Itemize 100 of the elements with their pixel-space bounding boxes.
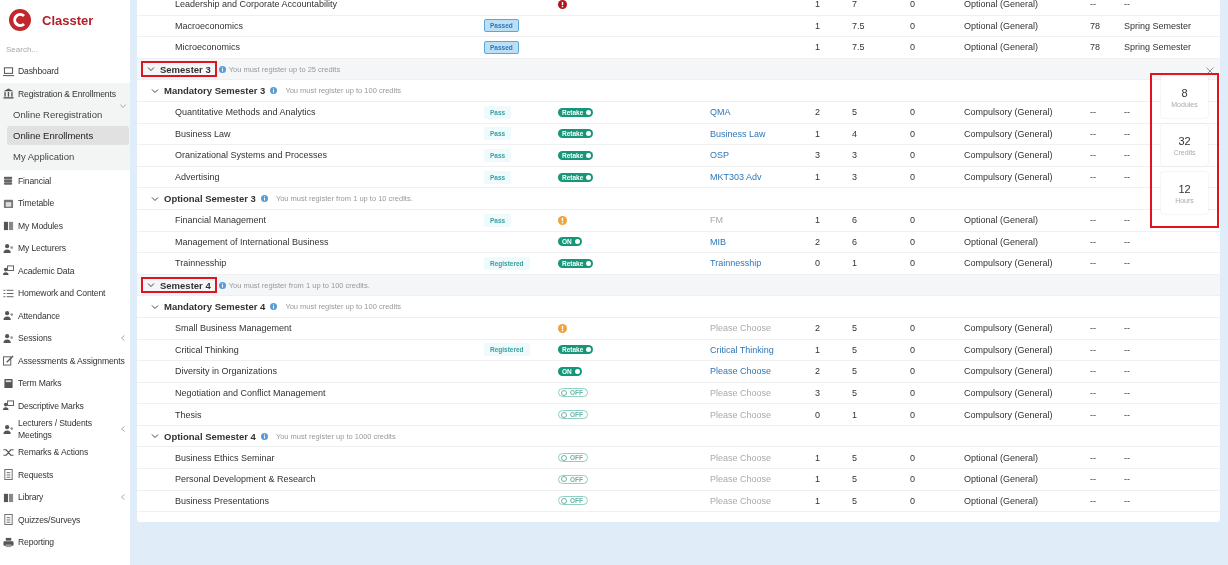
chevron-icon[interactable] [151, 432, 159, 441]
nav-item[interactable]: Dashboard [0, 60, 130, 83]
table-cell-text: -- [1090, 150, 1097, 161]
table-cell-text: Compulsory (General) [964, 172, 1054, 183]
nav-item[interactable]: Descriptive Marks [0, 394, 130, 417]
nav-item[interactable]: Homework and Content [0, 282, 130, 305]
table-cell-text: -- [1090, 366, 1097, 377]
code-link[interactable]: QMA [710, 107, 731, 118]
person-icon [3, 332, 14, 344]
code-link[interactable]: Business Law [710, 128, 766, 139]
code-text: Please Choose [710, 495, 772, 506]
nav-item[interactable]: Reporting [0, 531, 130, 554]
code-text: Please Choose [710, 409, 772, 420]
table-cell-text: Optional (General) [964, 495, 1040, 506]
module-name: Business Law [174, 128, 232, 139]
table-cell-text: 0 [910, 0, 916, 10]
chevron-icon[interactable] [151, 86, 159, 95]
chevron-icon[interactable] [147, 281, 155, 289]
table-cell-text: Optional (General) [964, 42, 1040, 53]
chevron-icon[interactable] [147, 65, 155, 74]
chevron-icon[interactable] [151, 302, 159, 311]
table-cell-text: 3 [815, 150, 821, 161]
table-cell: -- [1124, 366, 1130, 377]
table-cell-text: Compulsory (General) [964, 366, 1054, 377]
table-cell-text: 1 [815, 495, 821, 506]
person-icon [3, 310, 14, 322]
table-cell-text: 1 [815, 215, 821, 226]
table-cell-text: Compulsory (General) [964, 258, 1054, 269]
table-cell: -- [1124, 236, 1130, 247]
stack-icon [3, 175, 14, 187]
table-cell: -- [1124, 0, 1130, 10]
table-cell-text: Compulsory (General) [964, 150, 1054, 161]
code-link[interactable]: Please Choose [710, 366, 772, 377]
table-cell-text: 1 [815, 42, 821, 53]
module-name: Oranizational Systems and Processes [174, 150, 329, 161]
table-cell-text: 0 [910, 344, 916, 355]
nav-subitem[interactable]: Online Reregistration [7, 104, 129, 124]
info-icon [260, 432, 268, 440]
nav-item[interactable]: Timetable [0, 192, 130, 215]
nav-item[interactable]: Lecturers / Students Meetings [0, 417, 130, 441]
nav-item[interactable]: Assessments & Assignments [0, 349, 130, 372]
printer-icon [3, 536, 14, 548]
nav-item[interactable]: Registration & Enrollments [0, 82, 130, 105]
nav-item[interactable]: Remarks & Actions [0, 441, 130, 464]
module-name: Macroeconomics [174, 20, 245, 31]
nav-item[interactable]: Quizzes/Surveys [0, 508, 130, 531]
logo-icon [8, 8, 32, 32]
table-cell-text: Compulsory (General) [964, 128, 1054, 139]
nav-item[interactable]: My Modules [0, 214, 130, 237]
code-link[interactable]: OSP [710, 150, 729, 161]
table-cell-text: 0 [910, 42, 916, 53]
module-name: Small Business Management [174, 323, 293, 334]
code-link[interactable]: MKT303 Adv [710, 172, 762, 183]
book-icon [3, 491, 14, 503]
table-cell-text: 1 [815, 20, 821, 31]
board-icon [3, 400, 14, 412]
table-cell-text: 5 [852, 107, 858, 118]
table-cell-text: 2 [815, 323, 821, 334]
table-cell: Spring Semester [1124, 20, 1192, 31]
table-cell-text: 2 [815, 366, 821, 377]
nav-subitem[interactable]: My Application [7, 146, 129, 166]
calculator-icon [3, 377, 14, 389]
search-field[interactable]: Search... [6, 43, 116, 56]
chevron-icon[interactable] [151, 194, 159, 203]
nav-item[interactable]: Attendance [0, 304, 130, 327]
nav-subitem[interactable]: Online Enrollments [7, 125, 129, 145]
code-link[interactable]: Trainnesship [710, 258, 762, 269]
table-cell-text: 2 [815, 236, 821, 247]
nav-item[interactable]: Academic Data [0, 259, 130, 282]
module-name: Business Ethics Seminar [174, 452, 276, 463]
table-cell-text: -- [1090, 344, 1097, 355]
table-cell: -- [1124, 495, 1130, 506]
close-icon[interactable] [1206, 67, 1214, 75]
bank-icon [3, 87, 14, 99]
person-icon [3, 423, 14, 435]
table-cell-text: -- [1090, 495, 1097, 506]
table-cell: Spring Semester [1124, 42, 1192, 53]
table-cell-text: -- [1090, 128, 1097, 139]
code-link[interactable]: MIB [710, 236, 726, 247]
module-name: Management of International Business [174, 236, 330, 247]
code-text: Please Choose [710, 388, 772, 398]
table-cell: -- [1124, 258, 1130, 269]
code-link[interactable]: Critical Thinking [710, 344, 774, 355]
table-cell: -- [1124, 452, 1130, 463]
calendar-icon [3, 197, 14, 209]
table-cell-text: 5 [852, 344, 858, 355]
table-cell-text: -- [1090, 107, 1097, 118]
nav-item[interactable]: Financial [0, 169, 130, 192]
module-name: Trainnesship [174, 258, 228, 269]
chevron-left-icon [120, 335, 126, 342]
nav-item[interactable]: My Lecturers [0, 237, 130, 260]
table-cell-text: -- [1090, 0, 1097, 10]
nav-item[interactable]: Library [0, 486, 130, 509]
table-cell-text: 0 [910, 388, 916, 398]
table-cell-text: 1 [852, 258, 858, 269]
module-name: Diversity in Organizations [174, 366, 279, 377]
table-cell-text: -- [1090, 474, 1097, 485]
nav-item[interactable]: Sessions [0, 327, 130, 350]
nav-item[interactable]: Requests [0, 463, 130, 486]
nav-item[interactable]: Term Marks [0, 372, 130, 395]
